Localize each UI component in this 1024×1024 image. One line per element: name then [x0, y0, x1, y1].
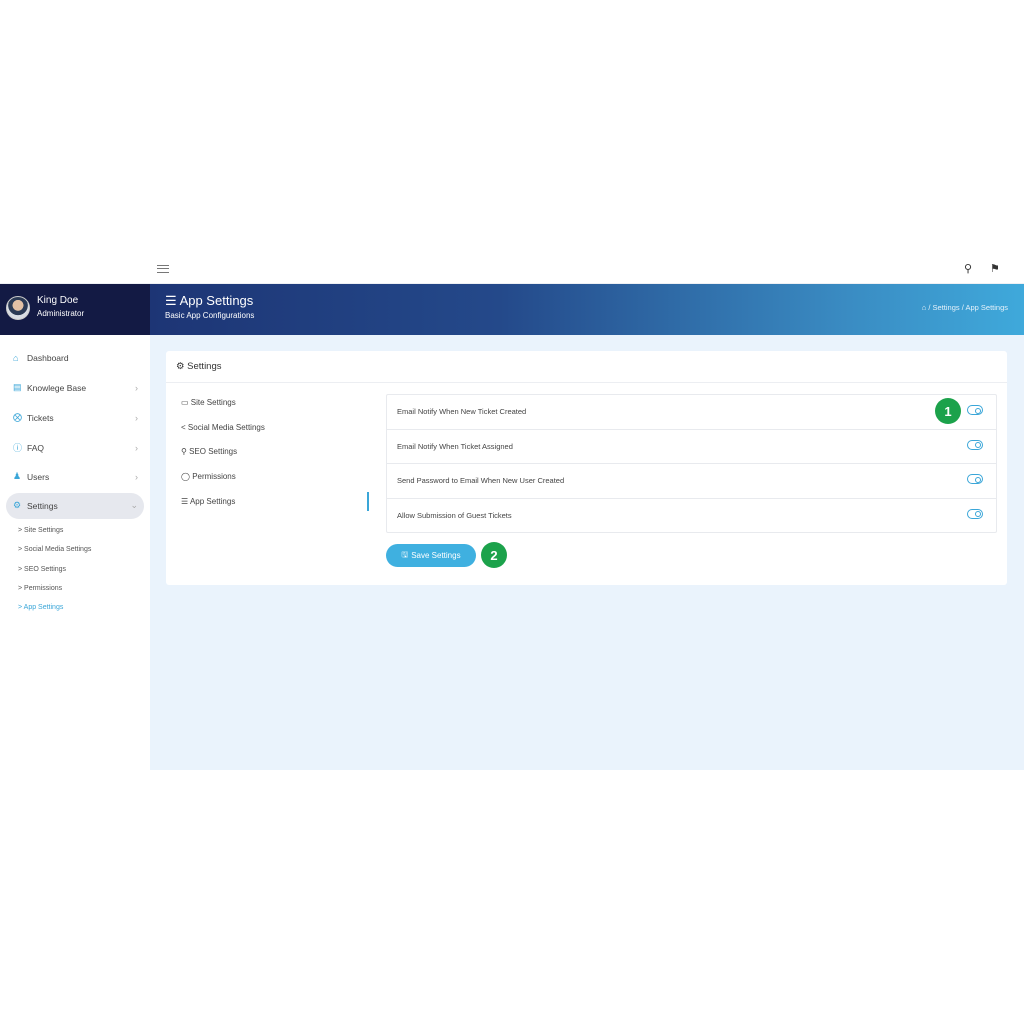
- chevron-right-icon: ›: [135, 382, 138, 393]
- gear-icon: ⚙: [176, 361, 185, 372]
- lifebuoy-icon: ⨂: [13, 412, 22, 422]
- document-icon: ▤: [13, 382, 22, 392]
- page-header: [150, 284, 1024, 335]
- sidebar-item-label: Dashboard: [27, 353, 69, 363]
- user-icon[interactable]: ⚲: [964, 262, 972, 275]
- chevron-right-icon: ›: [135, 412, 138, 423]
- page-title: ☰ App Settings: [165, 293, 253, 309]
- subnav-social-media-settings[interactable]: > Social Media Settings: [18, 546, 91, 553]
- nav-label: App Settings: [189, 497, 236, 506]
- subnav-site-settings[interactable]: > Site Settings: [18, 527, 63, 534]
- sidebar-item-label: Knowlege Base: [27, 382, 87, 393]
- subnav-app-settings[interactable]: > App Settings: [18, 604, 63, 611]
- gear-icon: ⚙: [13, 500, 22, 510]
- subnav-permissions[interactable]: > Permissions: [18, 585, 62, 592]
- home-icon[interactable]: ⌂: [922, 303, 927, 312]
- option-label: Allow Submission of Guest Tickets: [397, 510, 512, 520]
- nav-label: SEO Settings: [189, 447, 238, 456]
- option-row: Email Notify When Ticket Assigned: [387, 430, 996, 464]
- options-list: Email Notify When New Ticket Created Ema…: [386, 394, 997, 533]
- card-header: [166, 351, 1007, 383]
- nav-label: Permissions: [192, 472, 236, 481]
- save-icon: 🖫: [401, 549, 409, 559]
- sidebar-item-users[interactable]: ♟ Users ›: [13, 471, 138, 482]
- save-settings-button[interactable]: 🖫 Save Settings: [386, 544, 476, 567]
- sidebar-item-label: Users: [27, 471, 50, 482]
- active-indicator: [367, 492, 369, 511]
- breadcrumb: ⌂ / Settings / App Settings: [921, 303, 1008, 312]
- sidebar-item-label: Settings: [27, 500, 58, 511]
- user-role: Administrator: [37, 309, 85, 318]
- sidebar-item-label: Tickets: [27, 412, 54, 423]
- card-title: ⚙ Settings: [176, 361, 222, 372]
- sidebar-item-label: FAQ: [27, 442, 45, 453]
- card-title-text: Settings: [187, 361, 222, 372]
- option-row: Email Notify When New Ticket Created: [387, 395, 996, 430]
- top-bar: [0, 255, 1024, 284]
- sidebar-item-faq[interactable]: ⓘ FAQ ›: [13, 441, 138, 454]
- user-name: King Doe: [37, 295, 79, 306]
- toggle-switch[interactable]: [967, 439, 983, 450]
- settings-nav-seo[interactable]: ⚲ SEO Settings: [181, 447, 237, 456]
- option-row: Send Password to Email When New User Cre…: [387, 464, 996, 499]
- chevron-right-icon: ›: [135, 471, 138, 482]
- toggle-switch[interactable]: [967, 405, 983, 415]
- subnav-seo-settings[interactable]: > SEO Settings: [18, 566, 66, 573]
- page-title-text: App Settings: [179, 293, 254, 308]
- annotation-badge-1: 1: [935, 398, 961, 424]
- avatar: [6, 296, 30, 320]
- help-icon: ⓘ: [13, 443, 23, 453]
- option-label: Email Notify When New Ticket Created: [397, 407, 527, 416]
- sliders-icon: ☰: [181, 497, 189, 506]
- nav-label: Site Settings: [190, 398, 236, 407]
- sidebar-item-dashboard[interactable]: ⌂ Dashboard: [13, 353, 138, 363]
- monitor-icon: ▭: [181, 398, 189, 407]
- hamburger-icon[interactable]: [157, 265, 169, 273]
- sidebar-item-knowledge-base[interactable]: ▤ Knowlege Base ›: [13, 382, 138, 393]
- settings-nav-app[interactable]: ☰ App Settings: [181, 497, 235, 506]
- shield-icon: ◯: [181, 472, 190, 481]
- home-icon: ⌂: [13, 353, 19, 363]
- option-row: Allow Submission of Guest Tickets: [387, 499, 996, 534]
- annotation-badge-2: 2: [481, 542, 507, 568]
- page-subtitle: Basic App Configurations: [165, 311, 255, 320]
- nav-label: Social Media Settings: [187, 423, 265, 432]
- users-icon: ♟: [13, 471, 22, 481]
- breadcrumb-app-settings: App Settings: [965, 303, 1008, 312]
- sidebar-item-tickets[interactable]: ⨂ Tickets ›: [13, 412, 138, 423]
- chevron-right-icon: ›: [135, 442, 138, 453]
- settings-nav-social[interactable]: < Social Media Settings: [181, 423, 265, 432]
- search-icon: ⚲: [181, 447, 187, 456]
- option-label: Send Password to Email When New User Cre…: [397, 476, 565, 485]
- sliders-icon: ☰: [165, 293, 177, 308]
- sidebar-item-settings[interactable]: ⚙ Settings ⌄: [13, 500, 138, 511]
- option-label: Email Notify When Ticket Assigned: [397, 441, 513, 451]
- chevron-down-icon: ⌄: [130, 500, 138, 510]
- toggle-switch[interactable]: [967, 508, 983, 519]
- flag-icon[interactable]: ⚑: [990, 262, 1000, 275]
- save-label: Save Settings: [411, 551, 461, 560]
- settings-nav-site[interactable]: ▭ Site Settings: [181, 398, 236, 407]
- settings-nav-permissions[interactable]: ◯ Permissions: [181, 472, 236, 481]
- breadcrumb-settings[interactable]: Settings: [933, 303, 960, 312]
- share-icon: <: [181, 423, 186, 432]
- toggle-switch[interactable]: [967, 474, 983, 484]
